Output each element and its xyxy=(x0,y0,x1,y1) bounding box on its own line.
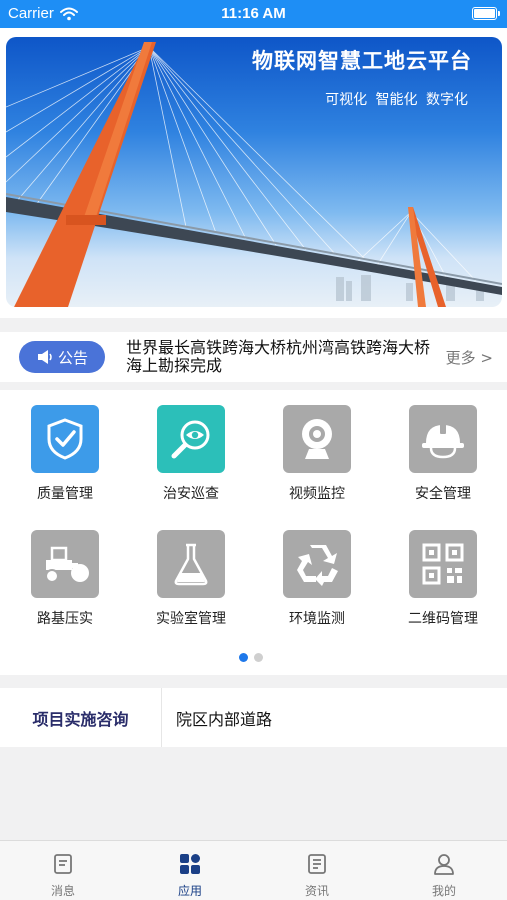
banner-title: 物联网智慧工地云平台 xyxy=(252,49,472,73)
message-doc-icon xyxy=(54,854,72,874)
tab-label: 资讯 xyxy=(304,884,329,898)
app-label: 二维码管理 xyxy=(408,611,478,627)
safety-tile xyxy=(409,405,477,473)
app-label: 质量管理 xyxy=(37,486,93,502)
user-icon xyxy=(434,854,454,875)
app-label: 治安巡查 xyxy=(163,486,219,502)
magnifier-eye-icon xyxy=(171,420,210,459)
app-video-monitoring[interactable]: 视频监控 xyxy=(262,390,372,502)
notice-bar[interactable]: 公告 世界最长高铁跨海大桥杭州湾高铁跨海大桥海上勘探完成 更多 > xyxy=(0,332,507,382)
qr-tile xyxy=(409,530,477,598)
tab-label: 我的 xyxy=(431,884,456,898)
apps-grid-icon xyxy=(180,854,200,874)
shield-check-icon xyxy=(47,418,83,460)
compaction-tile xyxy=(31,530,99,598)
qr-code-icon xyxy=(422,543,464,585)
app-label: 实验室管理 xyxy=(156,611,226,627)
tab-bar: 消息 应用 资讯 我的 xyxy=(0,840,507,900)
tab-news[interactable]: 资讯 xyxy=(254,841,380,900)
tab-apps[interactable]: 应用 xyxy=(127,841,253,900)
app-label: 路基压实 xyxy=(37,611,93,627)
consult-row[interactable]: 项目实施咨询 院区内部道路 xyxy=(0,688,507,747)
megaphone-icon xyxy=(37,350,52,364)
page-dot-active[interactable] xyxy=(239,653,248,662)
app-label: 视频监控 xyxy=(289,486,345,502)
app-safety-management[interactable]: 安全管理 xyxy=(388,390,498,502)
banner-carousel[interactable]: 物联网智慧工地云平台 可视化 智能化 数字化 xyxy=(6,37,502,307)
status-bar: Carrier 11:16 AM xyxy=(0,0,507,28)
app-subgrade-compaction[interactable]: 路基压实 xyxy=(10,515,120,627)
tab-messages[interactable]: 消息 xyxy=(0,841,126,900)
notice-badge-label: 公告 xyxy=(57,348,88,367)
clock: 11:16 AM xyxy=(221,5,286,22)
webcam-icon xyxy=(302,419,332,459)
app-environment-monitoring[interactable]: 环境监测 xyxy=(262,515,372,627)
page-indicator xyxy=(239,653,263,662)
environment-tile xyxy=(283,530,351,598)
tab-mine[interactable]: 我的 xyxy=(381,841,507,900)
flask-icon xyxy=(174,543,208,586)
notice-badge: 公告 xyxy=(19,341,105,373)
recycle-icon xyxy=(297,545,338,586)
app-label: 环境监测 xyxy=(289,611,345,627)
page-dot[interactable] xyxy=(254,653,263,662)
tab-label: 应用 xyxy=(177,884,202,898)
road-roller-icon xyxy=(45,546,89,583)
more-link[interactable]: 更多 > xyxy=(446,347,493,368)
app-label: 安全管理 xyxy=(415,486,471,502)
lab-tile xyxy=(157,530,225,598)
notice-text[interactable]: 世界最长高铁跨海大桥杭州湾高铁跨海大桥海上勘探完成 xyxy=(126,339,434,377)
tab-label: 消息 xyxy=(50,884,75,898)
app-lab-management[interactable]: 实验室管理 xyxy=(136,515,246,627)
news-doc-icon xyxy=(308,854,326,874)
hardhat-icon xyxy=(422,422,464,459)
bridge-illustration xyxy=(6,42,502,307)
app-qr-management[interactable]: 二维码管理 xyxy=(388,515,498,627)
app-quality-management[interactable]: 质量管理 xyxy=(10,390,120,502)
video-tile xyxy=(283,405,351,473)
banner-subtitle: 可视化 智能化 数字化 xyxy=(325,92,468,108)
consult-label: 项目实施咨询 xyxy=(0,688,162,747)
patrol-tile xyxy=(157,405,225,473)
app-security-patrol[interactable]: 治安巡查 xyxy=(136,390,246,502)
banner-section: 物联网智慧工地云平台 可视化 智能化 数字化 xyxy=(0,28,507,318)
app-grid: 质量管理 治安巡查 视频监控 安全管理 路基压实 实验室管理 环境监测 二维码管… xyxy=(0,390,507,675)
battery-icon xyxy=(472,7,500,20)
quality-tile xyxy=(31,405,99,473)
consult-value[interactable]: 院区内部道路 xyxy=(176,688,272,747)
